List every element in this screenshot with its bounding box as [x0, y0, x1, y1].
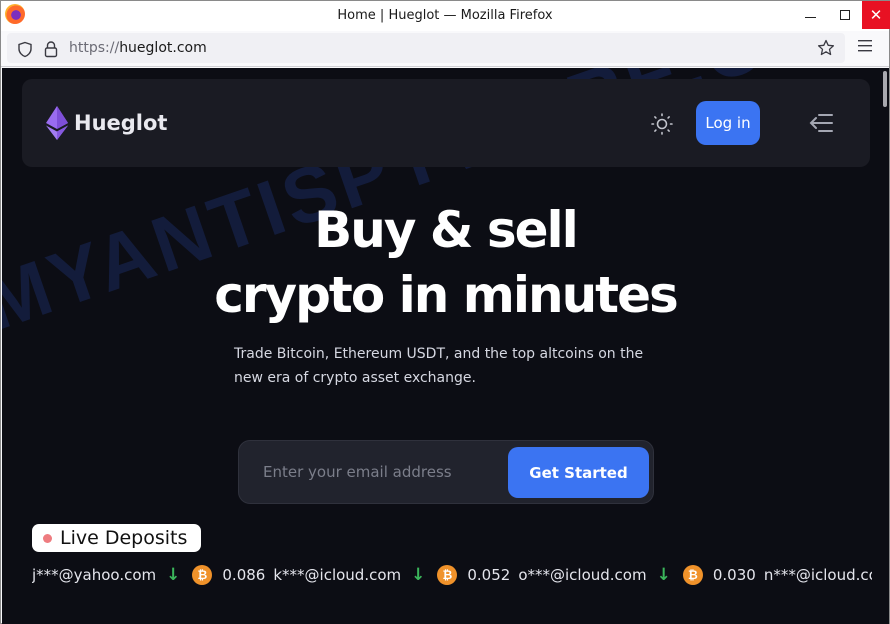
- deposit-email: j***@yahoo.com: [32, 566, 157, 584]
- deposit-amount: 0.086: [222, 566, 266, 584]
- email-input[interactable]: [251, 453, 501, 491]
- scrollbar-thumb[interactable]: [883, 71, 887, 107]
- deposit-item: j***@yahoo.com ↓ ₿ 0.086: [32, 565, 273, 585]
- hamburger-menu-icon[interactable]: [858, 40, 872, 52]
- brand-name: Hueglot: [74, 111, 168, 135]
- maximize-icon: [840, 10, 850, 20]
- deposit-item: k***@icloud.com ↓ ₿ 0.052: [273, 565, 518, 585]
- deposit-email: k***@icloud.com: [273, 566, 402, 584]
- url-protocol: https://: [69, 40, 120, 56]
- navigation-bar: https://hueglot.com: [1, 31, 889, 67]
- web-page: MYANTISPYWARE.COM Hueglot Log in Buy & s…: [2, 68, 889, 624]
- deposit-email: n***@icloud.com: [763, 566, 872, 584]
- hero-subtitle: Trade Bitcoin, Ethereum USDT, and the to…: [234, 346, 644, 386]
- deposit-amount: 0.030: [712, 566, 756, 584]
- bookmark-star-icon[interactable]: [817, 39, 835, 57]
- hero-title-line-2: crypto in minutes: [214, 266, 678, 324]
- theme-toggle-sun-icon[interactable]: [650, 112, 674, 136]
- brand-logo[interactable]: Hueglot: [46, 106, 167, 140]
- arrow-down-icon: ↓: [166, 565, 181, 585]
- page-scrollbar[interactable]: [881, 68, 889, 624]
- ethereum-logo-icon: [46, 106, 68, 140]
- close-button[interactable]: ✕: [862, 1, 890, 29]
- deposit-item: n***@icloud.com: [764, 566, 872, 584]
- deposit-email: o***@icloud.com: [518, 566, 647, 584]
- bitcoin-icon: ₿: [192, 565, 213, 585]
- bitcoin-icon: ₿: [682, 565, 703, 585]
- close-icon: ✕: [869, 6, 883, 24]
- live-deposits-label: Live Deposits: [60, 527, 188, 549]
- get-started-button[interactable]: Get Started: [508, 447, 649, 498]
- hero-title-line-1: Buy & sell: [314, 201, 579, 259]
- maximize-button[interactable]: [828, 1, 862, 29]
- title-bar: Home | Hueglot — Mozilla Firefox ✕: [1, 1, 890, 31]
- minimize-button[interactable]: [793, 1, 827, 29]
- sidebar-menu-toggle-icon[interactable]: [808, 112, 834, 134]
- live-deposits-badge: Live Deposits: [32, 524, 202, 552]
- window-title: Home | Hueglot — Mozilla Firefox: [337, 8, 553, 23]
- url-host: hueglot.com: [119, 40, 207, 56]
- site-header: Hueglot Log in: [22, 79, 870, 167]
- lock-icon[interactable]: [44, 40, 58, 58]
- url-text[interactable]: https://hueglot.com: [69, 40, 207, 56]
- address-bar[interactable]: https://hueglot.com: [7, 33, 845, 63]
- signup-form: Get Started: [238, 440, 654, 504]
- deposits-ticker: j***@yahoo.com ↓ ₿ 0.086 k***@icloud.com…: [32, 564, 872, 586]
- login-button[interactable]: Log in: [696, 101, 760, 145]
- deposit-item: o***@icloud.com ↓ ₿ 0.030: [518, 565, 763, 585]
- live-indicator-dot: [43, 533, 52, 543]
- bitcoin-icon: ₿: [437, 565, 458, 585]
- shield-icon[interactable]: [17, 41, 33, 58]
- arrow-down-icon: ↓: [411, 565, 426, 585]
- deposit-amount: 0.052: [467, 566, 511, 584]
- minimize-icon: [804, 16, 816, 18]
- arrow-down-icon: ↓: [656, 565, 671, 585]
- browser-window: Home | Hueglot — Mozilla Firefox ✕ https…: [0, 0, 890, 624]
